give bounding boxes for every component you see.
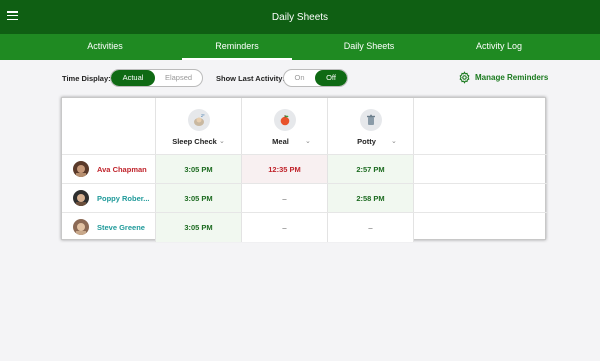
reminders-table: z z Sleep Check ⌄ Meal ⌄ Potty ⌄ Ava Cha… [61,97,547,242]
time-display-toggle: Actual Elapsed [110,69,203,87]
column-header-sleep-check: z z Sleep Check ⌄ [156,98,242,154]
apple-icon [273,109,296,131]
sleep-icon: z z [187,109,210,131]
chevron-down-icon[interactable]: ⌄ [391,137,397,145]
svg-text:z: z [203,113,205,117]
page-title: Daily Sheets [271,12,329,23]
potty-cell[interactable]: 2:57 PM [328,155,414,184]
tab-reminders[interactable]: Reminders [162,34,312,60]
avatar [73,190,89,206]
sleep-check-cell[interactable]: 3:05 PM [156,155,242,184]
column-header-meal: Meal ⌄ [242,98,328,154]
show-last-activity-toggle: On Off [283,69,348,87]
manage-reminders-label: Manage Reminders [475,73,549,82]
app-bar: Daily Sheets [0,0,600,34]
chevron-down-icon[interactable]: ⌄ [219,137,225,145]
child-cell: Poppy Rober... [62,184,156,213]
child-cell: Ava Chapman [62,155,156,184]
meal-cell[interactable]: 12:35 PM [242,155,328,184]
show-last-off[interactable]: Off [315,70,347,86]
manage-reminders-button[interactable]: Manage Reminders [458,71,548,84]
tab-activities[interactable]: Activities [30,34,180,60]
show-last-on[interactable]: On [284,70,315,86]
sleep-check-cell[interactable]: 3:05 PM [156,184,242,213]
column-header-potty: Potty ⌄ [328,98,414,154]
sleep-check-cell[interactable]: 3:05 PM [156,213,242,242]
show-last-activity-label: Show Last Activity: [216,74,285,83]
potty-cell[interactable]: 2:58 PM [328,184,414,213]
table-row: Poppy Rober... 3:05 PM – 2:58 PM [62,183,547,213]
child-name[interactable]: Ava Chapman [97,165,147,174]
column-title-potty: Potty [357,137,376,146]
column-title-meal: Meal [272,137,289,146]
tab-bar: Activities Reminders Daily Sheets Activi… [0,34,600,60]
trash-can-icon [359,109,382,131]
gear-icon [459,71,470,84]
potty-cell[interactable]: – [328,213,414,242]
table-row: Ava Chapman 3:05 PM 12:35 PM 2:57 PM [62,154,547,184]
avatar [73,219,89,235]
meal-cell[interactable]: – [242,213,328,242]
name-column-header [62,98,156,154]
child-name[interactable]: Poppy Rober... [97,194,150,203]
chevron-down-icon[interactable]: ⌄ [305,137,311,145]
child-cell: Steve Greene [62,213,156,242]
child-name[interactable]: Steve Greene [97,223,145,232]
controls-bar: Time Display: Actual Elapsed Show Last A… [0,68,600,90]
time-display-elapsed[interactable]: Elapsed [155,70,202,86]
avatar [73,161,89,177]
meal-cell[interactable]: – [242,184,328,213]
time-display-actual[interactable]: Actual [111,70,155,86]
column-title-sleep-check: Sleep Check [172,137,217,146]
tab-daily-sheets[interactable]: Daily Sheets [294,34,444,60]
time-display-label: Time Display: [62,74,111,83]
table-row: Steve Greene 3:05 PM – – [62,212,547,242]
tab-activity-log[interactable]: Activity Log [424,34,574,60]
